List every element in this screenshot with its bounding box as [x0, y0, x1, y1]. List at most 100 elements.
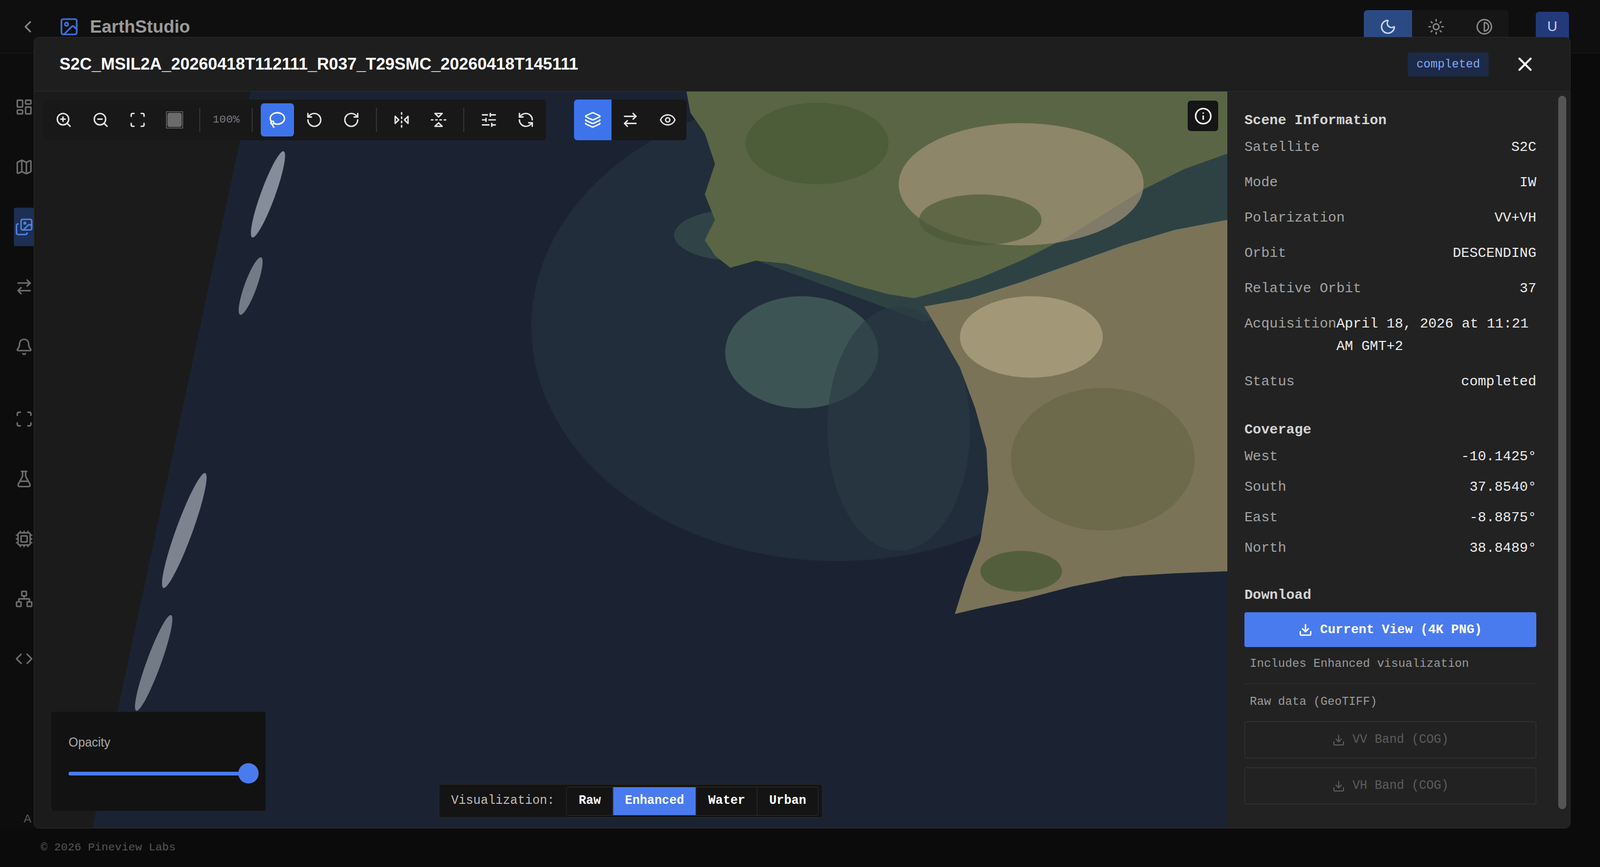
scene-panel: Scene Information Satellite S2C ModeIW Polar…: [1227, 91, 1571, 829]
info-value: S2C: [1511, 136, 1537, 159]
reset-button[interactable]: [509, 103, 543, 137]
section-heading: Download: [1244, 585, 1537, 606]
info-label: Acquisition: [1244, 312, 1337, 336]
bell-icon: [14, 337, 34, 357]
download-icon: [1298, 623, 1313, 638]
section-heading: Coverage: [1244, 420, 1537, 440]
sidebar-item[interactable]: [13, 267, 35, 307]
download-current-view-button[interactable]: Current View (4K PNG): [1244, 612, 1537, 648]
moon-icon: [1379, 18, 1397, 36]
info-label: Orbit: [1244, 242, 1287, 265]
panel-scrollbar[interactable]: [1558, 95, 1567, 810]
toolbar-separator: [251, 107, 253, 133]
band-download-button[interactable]: VH Band (COG): [1244, 767, 1537, 805]
rotate-left-icon: [305, 111, 323, 129]
zoom-in-button[interactable]: [47, 103, 81, 137]
visualization-option[interactable]: Raw: [567, 787, 613, 816]
dialog-title: S2C_MSIL2A_20260418T112111_R037_T29SMC_2…: [59, 51, 579, 78]
opacity-label: Opacity: [68, 734, 249, 751]
hd-button[interactable]: [157, 103, 192, 137]
info-label: Relative Orbit: [1244, 277, 1362, 300]
dialog-body: 100% Opacity Visualization:RawEnhancedWate…: [34, 91, 1571, 829]
sidebar-item[interactable]: [13, 639, 35, 679]
images-icon: [14, 217, 34, 237]
zoom-out-button[interactable]: [84, 103, 118, 137]
sidebar-item[interactable]: [13, 519, 35, 559]
section-heading: Scene Information: [1244, 110, 1537, 131]
scan-icon: [14, 410, 34, 429]
info-row: PolarizationVV+VH: [1244, 206, 1537, 230]
sidebar-item[interactable]: [13, 327, 35, 367]
status-badge: completed: [1407, 52, 1489, 77]
fit-view-button[interactable]: [121, 103, 155, 137]
info-label: North: [1244, 537, 1287, 560]
layers-button[interactable]: [574, 99, 612, 141]
opacity-thumb[interactable]: [238, 763, 259, 784]
zoom-in-icon: [55, 111, 73, 129]
rotate-right-icon: [342, 111, 360, 129]
toolbar-separator: [463, 107, 465, 133]
info-value: 38.8489°: [1469, 537, 1537, 560]
dialog-header: S2C_MSIL2A_20260418T112111_R037_T29SMC_2…: [34, 37, 1571, 92]
info-label: West: [1244, 445, 1278, 469]
flip-vertical-button[interactable]: [421, 103, 456, 137]
info-row: Relative Orbit37: [1244, 277, 1537, 300]
compare-icon: [621, 111, 639, 129]
info-value: DESCENDING: [1452, 242, 1537, 265]
info-label: Satellite: [1244, 136, 1320, 159]
sidebar-item[interactable]: [13, 147, 35, 187]
info-row: Statuscompleted: [1244, 370, 1537, 394]
info-value: IW: [1519, 171, 1537, 194]
visualization-option[interactable]: Urban: [757, 787, 819, 816]
info-value: -8.8875°: [1469, 506, 1537, 530]
sidebar-item[interactable]: [13, 400, 35, 439]
dashboard-icon: [14, 97, 34, 117]
adjustments-icon: [480, 111, 498, 129]
layers-icon: [584, 111, 602, 129]
compare-button[interactable]: [611, 99, 649, 141]
rotate-right-button[interactable]: [334, 103, 368, 137]
flip-horizontal-button[interactable]: [385, 103, 419, 137]
close-button[interactable]: [1513, 53, 1537, 76]
sun-icon: [1427, 18, 1445, 36]
brand: EarthStudio: [58, 13, 191, 41]
back-icon[interactable]: [18, 17, 38, 37]
flip-vertical-icon: [429, 111, 448, 129]
download-icon: [1332, 780, 1346, 794]
sidebar-item[interactable]: [13, 87, 35, 127]
sidebar-item[interactable]: [13, 459, 35, 499]
band-download-button[interactable]: VV Band (COG): [1244, 721, 1537, 759]
code-icon: [14, 650, 34, 669]
download-icon: [1332, 734, 1346, 747]
info-value: April 18, 2026 at 11:21 AM GMT+2: [1336, 312, 1537, 358]
info-row: South37.8540°: [1244, 476, 1537, 499]
visualization-option[interactable]: Enhanced: [612, 787, 696, 816]
info-row: ModeIW: [1244, 171, 1537, 194]
scene-dialog: S2C_MSIL2A_20260418T112111_R037_T29SMC_2…: [33, 36, 1571, 829]
divider: [1244, 683, 1537, 685]
visualization-bar: Visualization:RawEnhancedWaterUrban: [438, 784, 823, 819]
sidebar-item[interactable]: [13, 579, 35, 619]
info-label: South: [1244, 476, 1287, 499]
info-value: VV+VH: [1494, 206, 1537, 230]
info-label: Status: [1244, 370, 1295, 394]
zoom-level: 100%: [208, 111, 244, 129]
zoom-out-icon: [92, 111, 110, 129]
info-label: East: [1244, 506, 1278, 530]
info-icon: [1194, 107, 1213, 126]
flask-icon: [14, 470, 34, 489]
sidebar-item[interactable]: [13, 207, 35, 247]
info-row: Orbit DESCENDING: [1244, 242, 1537, 265]
eye-button[interactable]: [648, 99, 687, 141]
brand-name: EarthStudio: [89, 13, 191, 41]
info-button[interactable]: [1187, 100, 1219, 132]
footer: © 2026 Pineview Labs: [0, 828, 1600, 867]
hd-icon: [165, 111, 184, 129]
raw-data-heading: Raw data (GeoTIFF): [1244, 694, 1537, 711]
visualization-option[interactable]: Water: [696, 787, 758, 816]
lasso-button[interactable]: [260, 103, 294, 137]
opacity-slider[interactable]: [68, 763, 249, 784]
rotate-left-button[interactable]: [297, 103, 331, 137]
adjustments-button[interactable]: [472, 103, 506, 137]
eye-icon: [659, 111, 677, 129]
